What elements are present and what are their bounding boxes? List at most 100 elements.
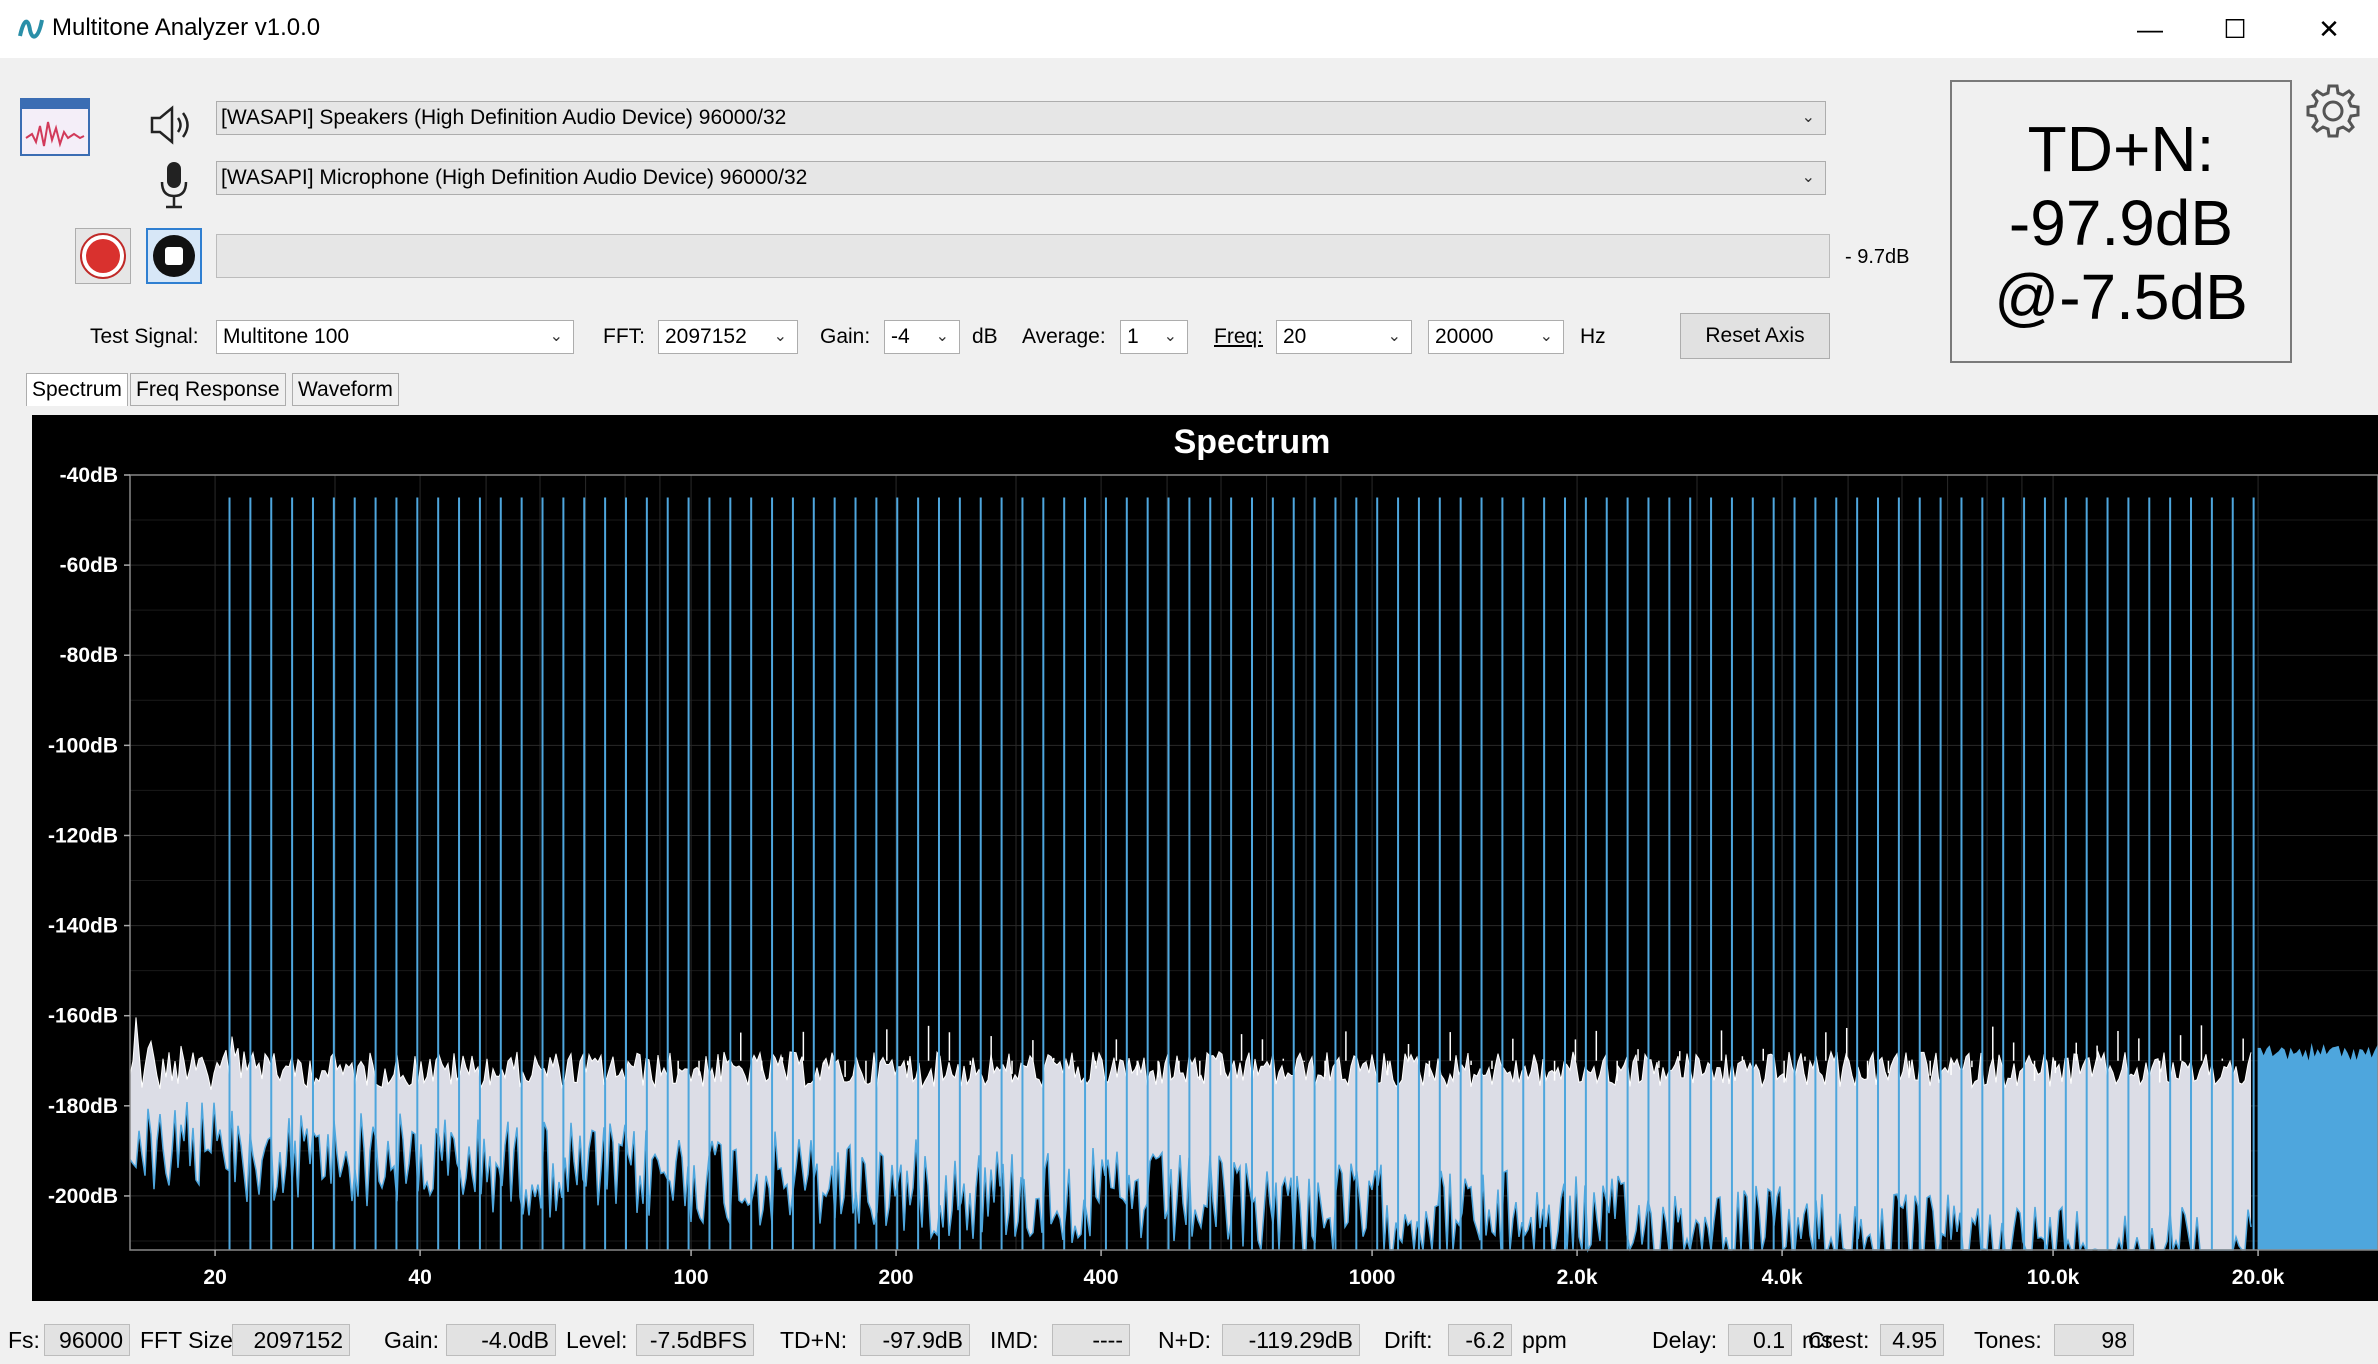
level-readout: - 9.7dB <box>1845 246 1910 268</box>
average-value: 1 <box>1127 325 1139 348</box>
window-title: Multitone Analyzer v1.0.0 <box>52 14 321 41</box>
average-select[interactable]: 1 ⌄ <box>1120 320 1188 354</box>
waveform-app-icon-large <box>20 98 90 156</box>
ultrasonic-noise-fill <box>2257 1042 2378 1250</box>
status-value: 4.95 <box>1880 1324 1944 1356</box>
tab-freq-response[interactable]: Freq Response <box>130 373 286 406</box>
y-tick-label: -140dB <box>48 915 118 938</box>
status-label: IMD: <box>990 1327 1039 1353</box>
x-tick-label: 4.0k <box>1762 1266 1803 1289</box>
test-signal-value: Multitone 100 <box>223 325 350 348</box>
tdn-line-level: @-7.5dB <box>1994 261 2248 333</box>
status-value: 96000 <box>44 1324 130 1356</box>
x-tick-label: 1000 <box>1349 1266 1396 1289</box>
record-icon <box>80 233 126 279</box>
speaker-icon <box>150 105 189 145</box>
status-label: FFT Size: <box>140 1327 240 1353</box>
close-button[interactable]: ✕ <box>2284 0 2374 58</box>
gain-label: Gain: <box>820 325 871 348</box>
status-label: Drift: <box>1384 1327 1433 1353</box>
chevron-down-icon: ⌄ <box>1387 328 1401 345</box>
waveform-app-icon <box>18 19 44 39</box>
spectrum-chart: Spectrum -40dB -60dB -80dB -100dB -120dB -140… <box>48 423 2378 1289</box>
y-tick-label: -60dB <box>60 554 118 577</box>
y-tick-label: -180dB <box>48 1095 118 1118</box>
chevron-down-icon: ⌄ <box>1801 169 1815 186</box>
spectrum-plot[interactable]: Spectrum -40dB -60dB -80dB -100dB -120dB -140… <box>32 415 2378 1301</box>
x-tick-label: 20 <box>203 1266 226 1289</box>
x-tick-label: 10.0k <box>2027 1266 2080 1289</box>
chevron-down-icon: ⌄ <box>935 328 949 345</box>
y-tick-label: -100dB <box>48 734 118 757</box>
status-value: 2097152 <box>232 1324 350 1356</box>
fft-value: 2097152 <box>665 325 747 348</box>
freq-label[interactable]: Freq: <box>1214 320 1263 354</box>
freq-unit: Hz <box>1580 325 1606 348</box>
minimize-button[interactable]: — <box>2105 0 2195 58</box>
status-value: -97.9dB <box>860 1324 970 1356</box>
x-tick-label: 400 <box>1084 1266 1119 1289</box>
status-label: Tones: <box>1974 1327 2042 1353</box>
status-unit: ppm <box>1522 1327 1567 1353</box>
stop-button[interactable] <box>146 228 202 284</box>
x-tick-label: 20.0k <box>2232 1266 2285 1289</box>
tab-waveform[interactable]: Waveform <box>292 373 399 406</box>
x-tick-label: 100 <box>674 1266 709 1289</box>
chevron-down-icon: ⌄ <box>1801 109 1815 126</box>
status-label: Crest: <box>1808 1327 1870 1353</box>
freq-min-value: 20 <box>1283 325 1307 348</box>
level-meter <box>216 234 1830 278</box>
gear-icon[interactable] <box>2304 82 2362 140</box>
status-value: -4.0dB <box>446 1324 556 1356</box>
freq-max-select[interactable]: 20000 ⌄ <box>1428 320 1564 354</box>
status-value: 0.1 <box>1728 1324 1792 1356</box>
test-signal-label: Test Signal: <box>90 325 199 348</box>
title-bar: Multitone Analyzer v1.0.0 — ☐ ✕ <box>0 0 2378 58</box>
freq-min-select[interactable]: 20 ⌄ <box>1276 320 1412 354</box>
microphone-icon <box>160 162 188 209</box>
input-device-select[interactable]: [WASAPI] Microphone (High Definition Aud… <box>216 161 1826 195</box>
fft-select[interactable]: 2097152 ⌄ <box>658 320 798 354</box>
y-tick-label: -200dB <box>48 1185 118 1208</box>
chevron-down-icon: ⌄ <box>773 328 787 345</box>
status-bar: Fs: 96000 FFT Size: 2097152 Gain: -4.0dB Level… <box>0 1316 2378 1364</box>
freq-max-value: 20000 <box>1435 325 1494 348</box>
tdn-line-label: TD+N: <box>2027 113 2215 185</box>
tab-spectrum[interactable]: Spectrum <box>26 373 128 406</box>
chevron-down-icon: ⌄ <box>1163 328 1177 345</box>
average-label: Average: <box>1022 325 1106 348</box>
reset-axis-button[interactable]: Reset Axis <box>1680 313 1830 359</box>
status-label: Fs: <box>8 1327 40 1353</box>
maximize-button[interactable]: ☐ <box>2190 0 2280 58</box>
chart-title: Spectrum <box>1174 423 1331 461</box>
x-tick-label: 40 <box>408 1266 431 1289</box>
status-label: TD+N: <box>780 1327 848 1353</box>
status-value: -7.5dBFS <box>636 1324 754 1356</box>
y-tick-label: -80dB <box>60 644 118 667</box>
status-label: Gain: <box>384 1327 439 1353</box>
status-value: 98 <box>2054 1324 2134 1356</box>
status-label: Delay: <box>1652 1327 1718 1353</box>
y-tick-label: -120dB <box>48 824 118 847</box>
chevron-down-icon: ⌄ <box>1539 328 1553 345</box>
tdn-line-value: -97.9dB <box>2008 187 2234 259</box>
y-tick-label: -160dB <box>48 1005 118 1028</box>
x-tick-label: 2.0k <box>1557 1266 1598 1289</box>
stop-icon <box>153 235 195 277</box>
x-tick-label: 200 <box>879 1266 914 1289</box>
status-value: -119.29dB <box>1222 1324 1360 1356</box>
gain-value: -4 <box>891 325 910 348</box>
gain-unit: dB <box>972 325 998 348</box>
output-device-select[interactable]: [WASAPI] Speakers (High Definition Audio… <box>216 101 1826 135</box>
status-label: N+D: <box>1158 1327 1212 1353</box>
y-tick-label: -40dB <box>60 464 118 487</box>
fft-label: FFT: <box>603 325 645 348</box>
test-signal-select[interactable]: Multitone 100 ⌄ <box>216 320 574 354</box>
gain-select[interactable]: -4 ⌄ <box>884 320 960 354</box>
status-value: ---- <box>1052 1324 1130 1356</box>
tdn-display: TD+N: -97.9dB @-7.5dB <box>1950 80 2292 363</box>
input-device-value: [WASAPI] Microphone (High Definition Aud… <box>221 166 808 189</box>
status-label: Level: <box>566 1327 628 1353</box>
output-device-value: [WASAPI] Speakers (High Definition Audio… <box>221 106 787 129</box>
record-button[interactable] <box>75 228 131 284</box>
